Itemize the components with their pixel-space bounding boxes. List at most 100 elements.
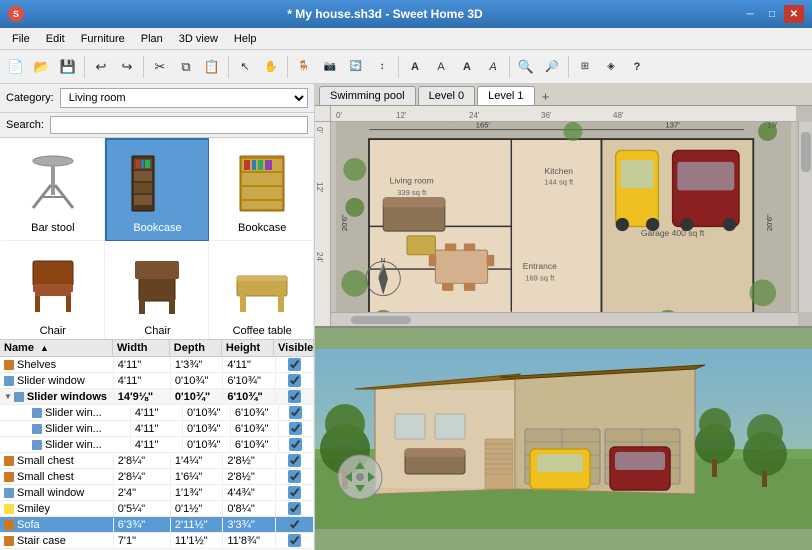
smiley-visible[interactable] <box>288 502 301 515</box>
list-row-slider-win-3[interactable]: Slider win... 4'11" 0'10¾" 6'10¾" <box>0 437 314 453</box>
zoom-out-button[interactable]: 🔎 <box>540 55 564 79</box>
toolbar-sep-3 <box>228 56 229 78</box>
text-size-button[interactable]: A <box>429 55 453 79</box>
small-chest-2-visible[interactable] <box>288 470 301 483</box>
floor-plan-canvas[interactable]: 165' 137' 19' <box>331 122 796 326</box>
furniture-item-bookcase-selected[interactable]: Bookcase <box>105 138 210 241</box>
col-header-name[interactable]: Name ▲ <box>0 340 113 356</box>
slider-win-2-visible[interactable] <box>289 422 302 435</box>
category-row: Category: Living room <box>0 84 314 113</box>
menu-file[interactable]: File <box>4 31 38 47</box>
redo-button[interactable]: ↪ <box>115 55 139 79</box>
select-button[interactable]: ↖ <box>233 55 257 79</box>
tab-swimming-pool[interactable]: Swimming pool <box>319 86 416 105</box>
shelves-visible[interactable] <box>288 358 301 371</box>
view3d-button[interactable]: ◈ <box>599 55 623 79</box>
chair2-icon <box>122 251 192 321</box>
plan-3d[interactable] <box>315 328 812 550</box>
bar-stool-label: Bar stool <box>31 222 74 234</box>
list-row-shelves[interactable]: Shelves 4'11" 1'3¾" 4'11" <box>0 357 314 373</box>
slider-win-3-visible[interactable] <box>289 438 302 451</box>
furniture-item-bookcase2[interactable]: Bookcase <box>209 138 314 241</box>
move-button[interactable]: ↕ <box>370 55 394 79</box>
slider-window-visible[interactable] <box>288 374 301 387</box>
list-row-slider-window[interactable]: Slider window 4'11" 0'10¾" 6'10¾" <box>0 373 314 389</box>
search-input[interactable] <box>50 116 308 134</box>
text-button[interactable]: A <box>403 55 427 79</box>
menu-bar: File Edit Furniture Plan 3D view Help <box>0 28 812 50</box>
svg-text:339 sq ft: 339 sq ft <box>397 188 427 197</box>
menu-furniture[interactable]: Furniture <box>73 31 133 47</box>
minimize-button[interactable]: ─ <box>740 5 760 23</box>
list-row-smiley[interactable]: Smiley 0'5¼" 0'1½" 0'8¼" <box>0 501 314 517</box>
cut-button[interactable]: ✂ <box>148 55 172 79</box>
hscrollbar-thumb-2d[interactable] <box>351 316 411 324</box>
new-button[interactable]: 📄 <box>4 55 28 79</box>
zoom-in-button[interactable]: 🔍 <box>514 55 538 79</box>
furniture-item-coffee-table[interactable]: Coffee table <box>209 241 314 340</box>
plan-2d[interactable]: 0' 12' 24' 36' 48' 0' 12' 24' <box>315 106 812 328</box>
svg-text:169 sq ft: 169 sq ft <box>525 273 555 282</box>
toolbar-sep-7 <box>568 56 569 78</box>
pan-button[interactable]: ✋ <box>259 55 283 79</box>
rotate-button[interactable]: 🔄 <box>344 55 368 79</box>
col-header-visible[interactable]: Visible <box>274 340 314 356</box>
help-button[interactable]: ? <box>625 55 649 79</box>
save-button[interactable]: 💾 <box>56 55 80 79</box>
stair-case-visible[interactable] <box>288 534 301 547</box>
list-row-small-window[interactable]: Small window 2'4" 1'1¾" 4'4¾" <box>0 485 314 501</box>
slider-win-1-visible[interactable] <box>289 406 302 419</box>
text-bold-button[interactable]: A <box>455 55 479 79</box>
small-window-visible[interactable] <box>288 486 301 499</box>
furniture-item-chair1[interactable]: Chair <box>0 241 105 340</box>
furniture-item-chair2[interactable]: Chair <box>105 241 210 340</box>
list-row-slider-windows-group[interactable]: ▼ Slider windows 14'9⅛" 0'10¾" 6'10¾" <box>0 389 314 405</box>
list-row-slider-win-2[interactable]: Slider win... 4'11" 0'10¾" 6'10¾" <box>0 421 314 437</box>
text-italic-button[interactable]: A <box>481 55 505 79</box>
copy-button[interactable]: ⧉ <box>174 55 198 79</box>
col-header-depth[interactable]: Depth <box>170 340 222 356</box>
toolbar-sep-6 <box>509 56 510 78</box>
tab-bar: Swimming pool Level 0 Level 1 + <box>315 84 812 106</box>
col-header-height[interactable]: Height <box>222 340 274 356</box>
chair1-label: Chair <box>40 325 66 337</box>
main-area: Category: Living room Search: <box>0 84 812 550</box>
tab-level-0[interactable]: Level 0 <box>418 86 475 105</box>
slider-window-color <box>4 376 14 386</box>
small-chest-1-visible[interactable] <box>288 454 301 467</box>
camera-button[interactable]: 📷 <box>318 55 342 79</box>
paste-button[interactable]: 📋 <box>200 55 224 79</box>
svg-text:165': 165' <box>476 122 491 130</box>
close-button[interactable]: ✕ <box>784 5 804 23</box>
coffee-table-icon <box>227 251 297 321</box>
menu-edit[interactable]: Edit <box>38 31 73 47</box>
view2d-button[interactable]: ⊞ <box>573 55 597 79</box>
hscrollbar-2d[interactable] <box>331 312 798 326</box>
menu-help[interactable]: Help <box>226 31 265 47</box>
menu-plan[interactable]: Plan <box>133 31 171 47</box>
furniture-item-bar-stool[interactable]: Bar stool <box>0 138 105 241</box>
list-row-sofa[interactable]: Sofa 6'3¾" 2'11½" 3'3¾" <box>0 517 314 533</box>
category-select[interactable]: Living room <box>60 88 308 108</box>
open-button[interactable]: 📂 <box>30 55 54 79</box>
tab-add-button[interactable]: + <box>537 87 555 105</box>
list-row-slider-win-1[interactable]: Slider win... 4'11" 0'10¾" 6'10¾" <box>0 405 314 421</box>
menu-3dview[interactable]: 3D view <box>171 31 226 47</box>
list-row-small-chest-2[interactable]: Small chest 2'8¼" 1'6¼" 2'8½" <box>0 469 314 485</box>
bar-stool-icon <box>18 148 88 218</box>
col-header-width[interactable]: Width <box>113 340 170 356</box>
list-row-small-chest-1[interactable]: Small chest 2'8¼" 1'4¼" 2'8½" <box>0 453 314 469</box>
add-furniture-button[interactable]: 🪑 <box>292 55 316 79</box>
toolbar: 📄 📂 💾 ↩ ↪ ✂ ⧉ 📋 ↖ ✋ 🪑 📷 🔄 ↕ A A A A 🔍 🔎 … <box>0 50 812 84</box>
shelves-color <box>4 360 14 370</box>
left-panel: Category: Living room Search: <box>0 84 315 550</box>
vscrollbar-2d[interactable] <box>798 122 812 312</box>
tab-level-1[interactable]: Level 1 <box>477 86 534 105</box>
vscrollbar-thumb-2d[interactable] <box>801 132 811 172</box>
list-row-stair-case[interactable]: Stair case 7'1" 11'1½" 11'8¾" <box>0 533 314 549</box>
slider-windows-visible[interactable] <box>288 390 301 403</box>
maximize-button[interactable]: □ <box>762 5 782 23</box>
undo-button[interactable]: ↩ <box>89 55 113 79</box>
slider-windows-color <box>14 392 24 402</box>
sofa-visible[interactable] <box>288 518 301 531</box>
